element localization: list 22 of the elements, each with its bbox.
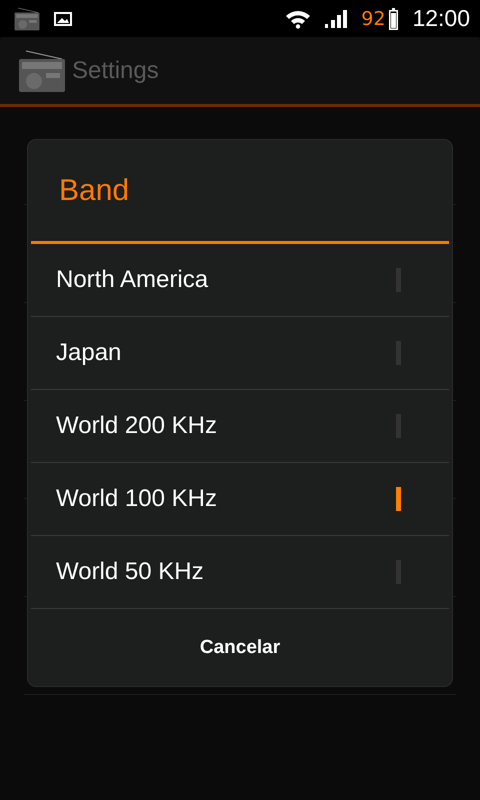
radio-indicator[interactable] [396,487,401,511]
radio-icon [14,6,40,30]
option-label: World 50 KHz [56,558,204,586]
screen-title: Settings [72,56,159,84]
option-label: World 200 KHz [56,412,217,440]
signal-icon [325,10,348,28]
battery-level: 92 [361,8,386,30]
dialog-title: Band [31,140,449,244]
clock-time: 12:00 [412,5,470,32]
band-option[interactable]: Japan [31,317,449,390]
battery-icon [389,8,398,30]
cancel-button[interactable]: Cancelar [28,609,452,686]
option-label: World 100 KHz [56,485,217,513]
picture-icon [54,12,72,26]
wifi-icon [285,8,312,28]
band-option[interactable]: World 100 KHz [31,463,449,536]
band-option[interactable]: North America [31,244,449,317]
band-option[interactable]: World 200 KHz [31,390,449,463]
option-label: North America [56,266,208,294]
radio-icon [18,48,66,92]
option-label: Japan [56,339,122,367]
band-option[interactable]: World 50 KHz [31,536,449,609]
